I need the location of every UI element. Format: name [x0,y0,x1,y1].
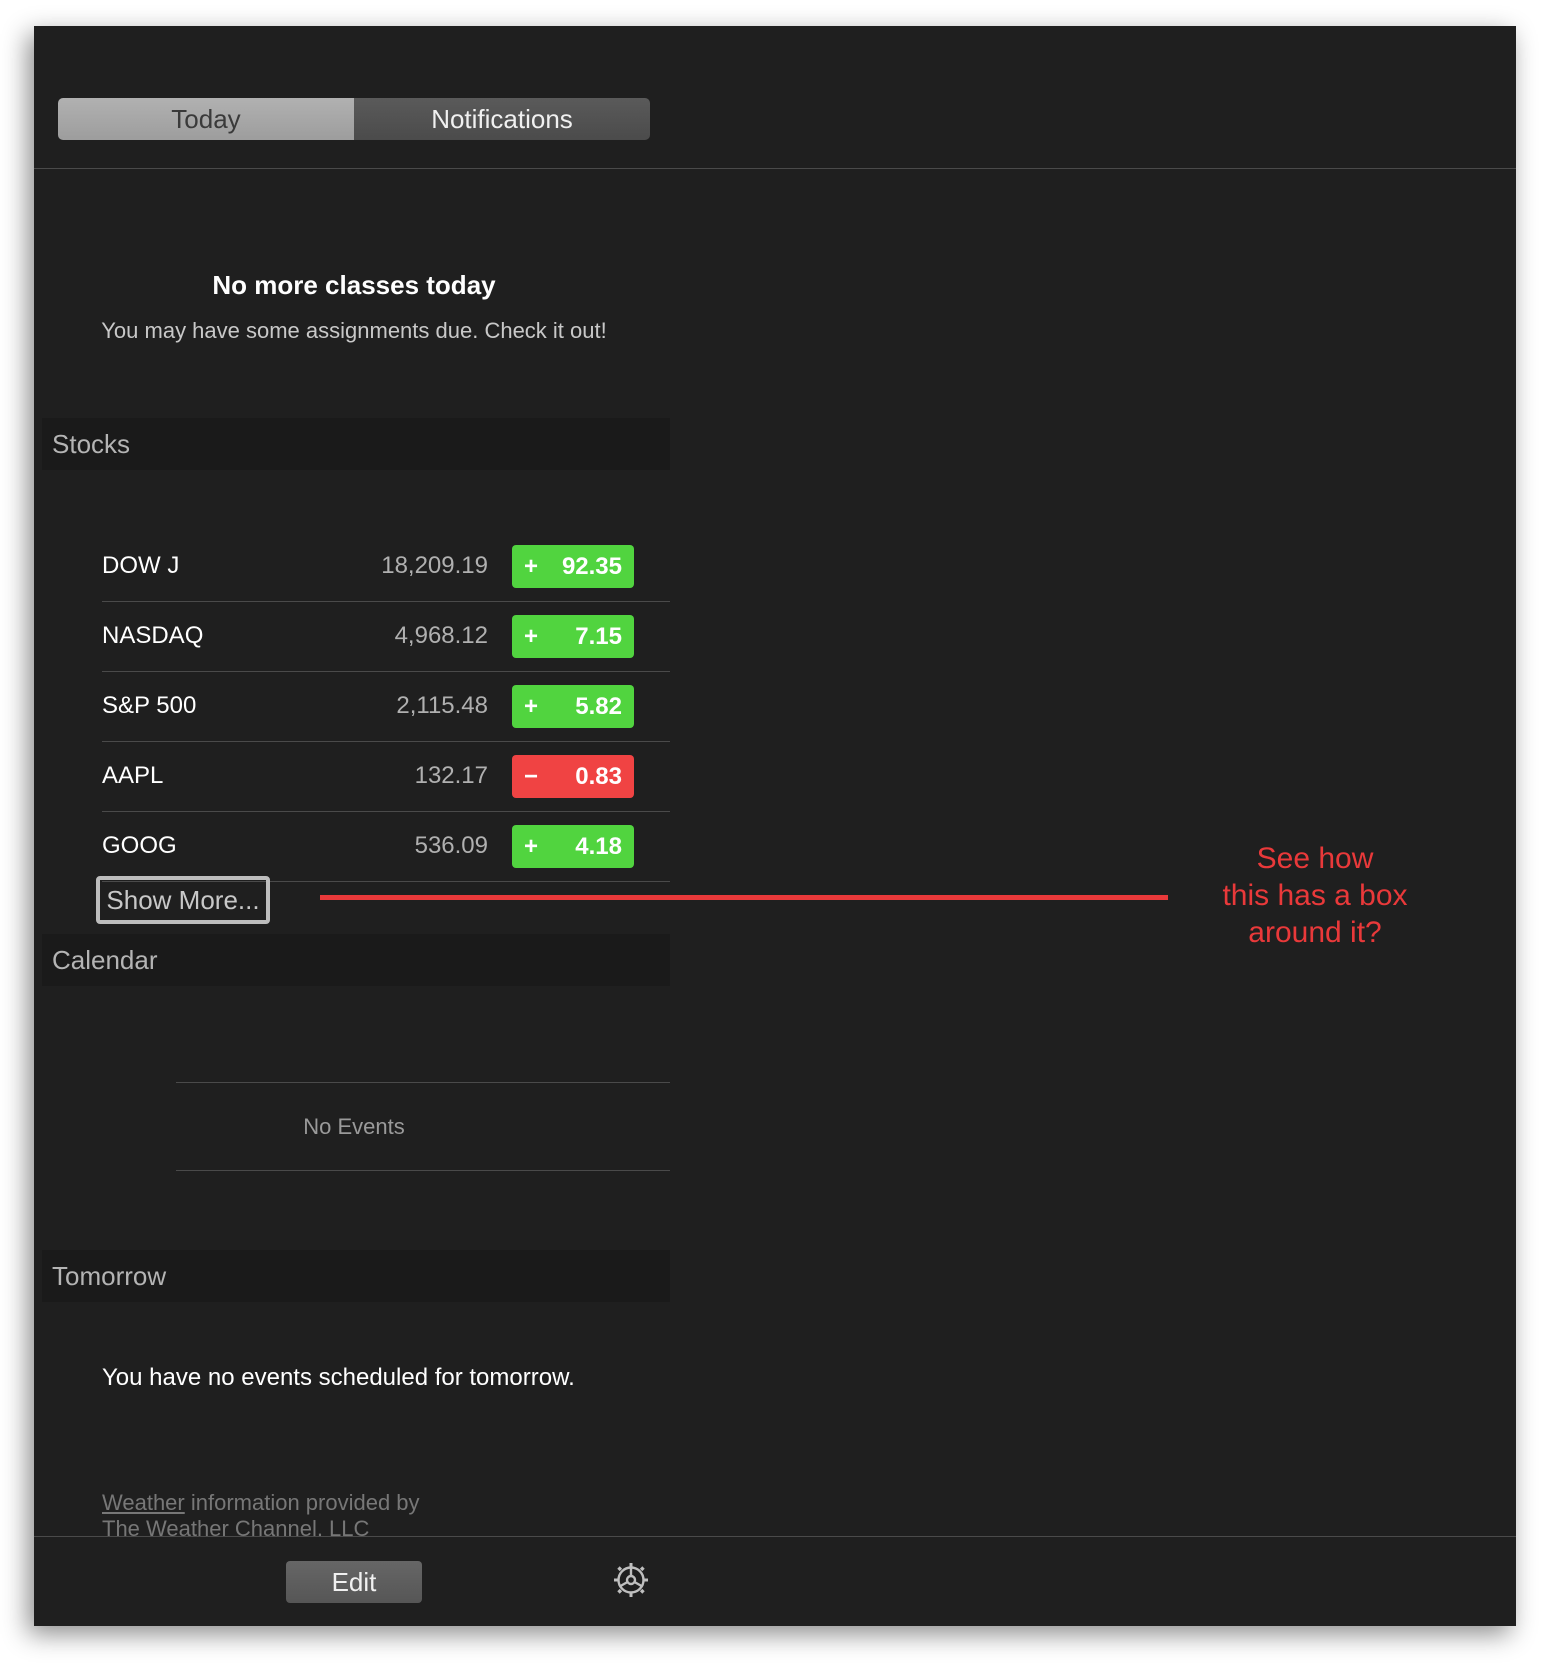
stock-price: 18,209.19 [381,552,488,579]
tomorrow-section-header[interactable]: Tomorrow [42,1250,670,1302]
show-more-button[interactable]: Show More... [96,876,270,924]
tab-today[interactable]: Today [58,98,354,140]
change-sign: + [524,693,539,720]
stock-price: 536.09 [414,832,488,859]
stock-symbol: S&P 500 [102,692,197,719]
annotation-arrow-line [320,895,1168,900]
edit-button[interactable]: Edit [286,1561,422,1603]
tomorrow-message: You have no events scheduled for tomorro… [102,1364,575,1391]
today-notifications-segmented-control: Today Notifications [58,98,650,140]
weather-credit: Weather information provided by The Weat… [102,1490,420,1542]
stock-price: 132.17 [414,762,488,789]
classes-widget-subtitle[interactable]: You may have some assignments due. Check… [34,318,674,344]
calendar-section-header[interactable]: Calendar [42,934,670,986]
stock-change-badge[interactable]: +4.18 [512,825,634,868]
weather-credit-text: information provided by [184,1490,420,1515]
calendar-divider-bottom [176,1170,670,1171]
stock-row[interactable]: NASDAQ 4,968.12 +7.15 [102,602,670,672]
stock-change-badge[interactable]: +7.15 [512,615,634,658]
change-value: 5.82 [575,693,622,720]
change-value: 4.18 [575,833,622,860]
stock-row[interactable]: DOW J 18,209.19 +92.35 [102,532,670,602]
stock-price: 2,115.48 [396,692,488,719]
bottom-toolbar: Edit [34,1536,1516,1626]
stock-price: 4,968.12 [394,622,488,649]
annotation-note: See how this has a box around it? [1222,842,1408,949]
tab-notifications[interactable]: Notifications [354,98,650,140]
stock-change-badge[interactable]: +92.35 [512,545,634,588]
classes-widget-title: No more classes today [212,270,496,300]
stock-symbol: NASDAQ [102,622,204,649]
calendar-divider-top [176,1082,670,1083]
change-sign: + [524,833,539,860]
change-sign: + [524,553,539,580]
stock-row[interactable]: GOOG 536.09 +4.18 [102,812,670,882]
change-value: 7.15 [575,623,622,650]
stock-row[interactable]: AAPL 132.17 − 0.83 [102,742,670,812]
stock-symbol: AAPL [102,762,164,789]
change-sign: + [524,623,539,650]
stock-change-badge[interactable]: +5.82 [512,685,634,728]
notification-center-panel: Today Notifications No more classes toda… [34,26,1516,1626]
header-divider [34,168,1516,169]
change-sign: − [524,763,539,790]
stock-row[interactable]: S&P 500 2,115.48 +5.82 [102,672,670,742]
change-value: 0.83 [575,763,622,790]
stocks-section-header[interactable]: Stocks [42,418,670,470]
stock-change-badge[interactable]: − 0.83 [512,755,634,798]
change-value: 92.35 [561,553,622,580]
gear-icon[interactable] [612,1561,650,1599]
weather-link[interactable]: Weather [102,1490,185,1515]
stock-symbol: GOOG [102,832,177,859]
stock-symbol: DOW J [102,552,180,579]
no-events-label: No Events [303,1114,405,1139]
